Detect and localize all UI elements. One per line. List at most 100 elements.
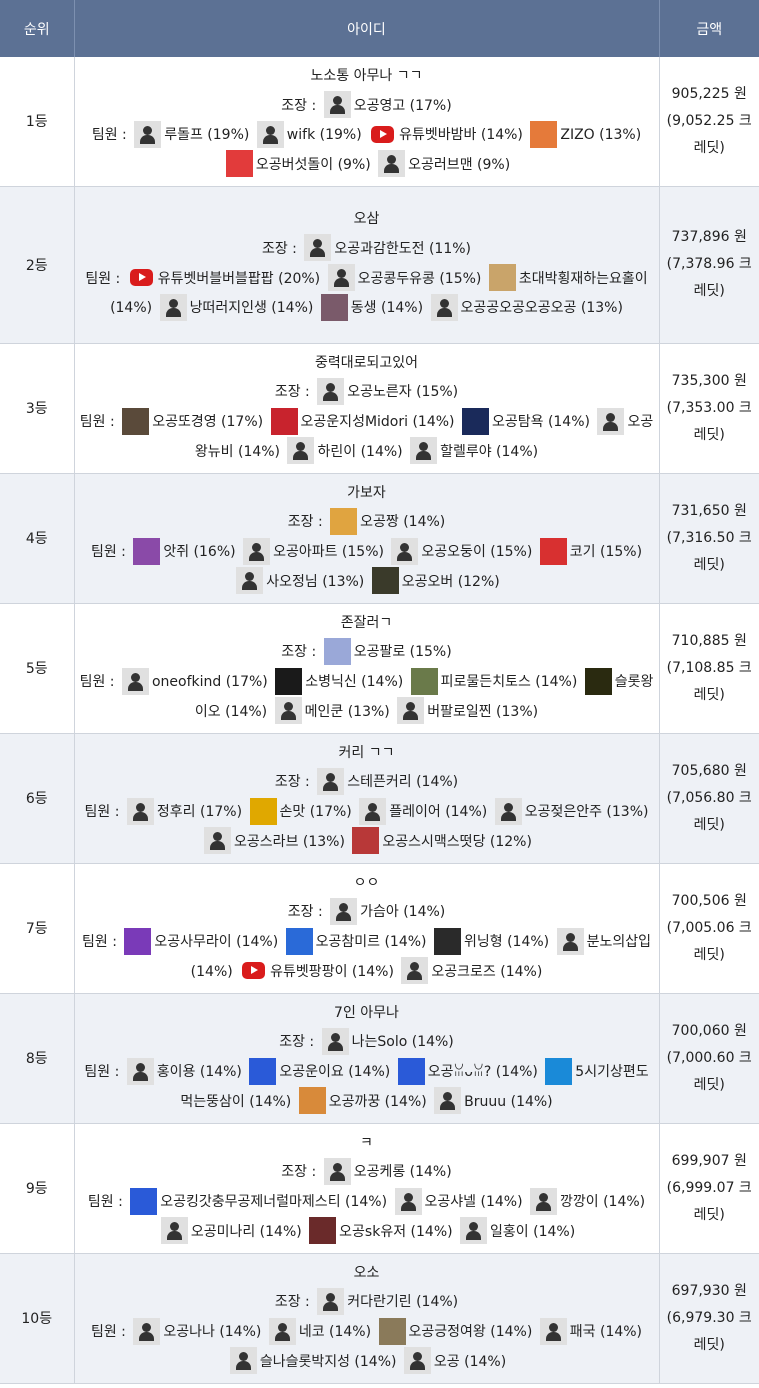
member-name[interactable]: 오공오버 (12%) [402,574,500,590]
user-avatar-image [461,407,489,435]
member-name[interactable]: 오공오둥이 (15%) [421,544,532,560]
table-row: 8등 7인 아무나 조장 : 나는Solo (14%) 팀원 : 홍이용 (14%) … [0,993,759,1124]
leader-line: 조장 : 오공영고 (17%) [79,91,655,122]
member-name[interactable]: 오공사무라이 (14%) [154,934,278,950]
members-block: 팀원 : 오공킹갓충무공제너럴마제스티 (14%) 오공샤넬 (14%) 깡깡이… [88,1187,645,1245]
member-name[interactable]: 오공킹갓충무공제너럴마제스티 (14%) [160,1194,387,1210]
leader-label: 조장 : [281,1164,317,1181]
leader-name[interactable]: 오공노른자 (15%) [347,384,458,400]
leader-label: 조장 : [274,384,310,401]
member-item: 오공또경영 (17%) [119,407,263,435]
member-name[interactable]: wifk (19%) [287,127,362,143]
members-label: 팀원 : [85,270,121,287]
members-label: 팀원 : [84,1064,120,1080]
member-name[interactable]: 할렐루야 (14%) [440,444,538,460]
member-name[interactable]: 오공크로즈 (14%) [431,964,542,980]
member-name[interactable]: 앗쥐 (16%) [163,544,235,560]
table-row: 4등 가보자 조장 : 오공짱 (14%) 팀원 : 앗쥐 (16%) 오공아파트 (… [0,473,759,604]
member-name[interactable]: 오공sk유저 (14%) [339,1224,452,1240]
member-name[interactable]: 오공탐욕 (14%) [492,414,590,430]
member-name[interactable]: 오공또경영 (17%) [152,414,263,430]
team-cell: ㅋ 조장 : 오공케롱 (14%) 팀원 : 오공킹갓충무공제너럴마제스티 (14%… [74,1123,660,1254]
member-name[interactable]: 오공스라브 (13%) [234,834,345,850]
leader-line: 조장 : 오공짱 (14%) [79,507,655,538]
member-name[interactable]: 위닝형 (14%) [464,934,549,950]
leader-name[interactable]: 오공과감한도전 (11%) [334,241,471,257]
member-name[interactable]: 오공버섯돌이 (9%) [256,157,371,173]
member-name[interactable]: 오공 (14%) [434,1354,506,1370]
member-name[interactable]: 깡깡이 (14%) [560,1194,645,1210]
leader-name[interactable]: 오공팔로 (15%) [354,644,452,660]
default-user-icon [317,1287,345,1315]
default-user-icon [236,567,264,595]
member-name[interactable]: 오공긍정여왕 (14%) [409,1324,533,1340]
youtube-avatar-icon [240,957,267,984]
member-name[interactable]: 메인쿤 (13%) [305,704,390,720]
member-name[interactable]: Bruuu (14%) [464,1094,552,1110]
member-name[interactable]: 오공까꿍 (14%) [329,1094,427,1110]
member-name[interactable]: 오공샤넬 (14%) [425,1194,523,1210]
member-name[interactable]: 하린이 (14%) [317,444,402,460]
leader-name[interactable]: 커다란기린 (14%) [347,1294,458,1310]
members-block: 팀원 : 홍이용 (14%) 오공운이요 (14%) 오공ꈍᴗꈍ? (14%) … [84,1057,649,1115]
member-name[interactable]: 플레이어 (14%) [389,804,487,820]
member-name[interactable]: 정후리 (17%) [157,804,242,820]
member-name[interactable]: 손맛 (17%) [280,804,352,820]
member-name[interactable]: 유튜벳팡팡이 (14%) [270,964,394,980]
member-name[interactable]: 오공러브맨 (9%) [408,157,510,173]
member-name[interactable]: 오공나나 (14%) [163,1324,261,1340]
user-avatar-image [539,537,567,565]
default-user-icon [126,1057,154,1085]
member-name[interactable]: 낭떠러지인생 (14%) [190,300,314,316]
member-name[interactable]: 오공참미르 (14%) [316,934,427,950]
member-item: 오공아파트 (15%) [240,537,384,565]
member-name[interactable]: 일홍이 (14%) [490,1224,575,1240]
table-row: 1등 노소통 아무나 ㄱㄱ 조장 : 오공영고 (17%) 팀원 : 루돌프 (19%… [0,57,759,187]
rank-cell: 2등 [0,186,75,344]
member-name[interactable]: ZIZO (13%) [560,127,641,143]
member-name[interactable]: 홍이용 (14%) [157,1064,242,1080]
leader-name[interactable]: 오공케롱 (14%) [354,1164,452,1180]
default-user-icon [287,437,315,465]
default-user-icon [304,234,332,262]
leader-name[interactable]: 오공짱 (14%) [360,514,445,530]
member-name[interactable]: 오공운이요 (14%) [279,1064,390,1080]
members-block: 팀원 : 오공나나 (14%) 네코 (14%) 오공긍정여왕 (14%) 패국… [91,1317,642,1375]
member-name[interactable]: 루돌프 (19%) [164,127,249,143]
member-name[interactable]: 슬나슬롯박지성 (14%) [260,1354,397,1370]
member-name[interactable]: 피로물든치토스 (14%) [441,674,578,690]
member-name[interactable]: 유튜벳버블버블팝팝 (20%) [158,271,320,287]
member-name[interactable]: 사오정님 (13%) [266,574,364,590]
member-name[interactable]: 오공스시맥스떳당 (12%) [382,834,532,850]
member-name[interactable]: 동생 (14%) [351,300,423,316]
leader-name[interactable]: 가슴아 (14%) [360,904,445,920]
default-user-icon [410,437,438,465]
member-name[interactable]: 오공콩두유콩 (15%) [358,271,482,287]
user-avatar-image [309,1217,337,1245]
leader-name[interactable]: 오공영고 (17%) [354,98,452,114]
member-name[interactable]: 오공미나리 (14%) [191,1224,302,1240]
amount-cell: 705,680 원 (7,056.80 크레딧) [659,733,759,864]
member-name[interactable]: 네코 (14%) [299,1324,371,1340]
default-user-icon [204,827,232,855]
member-name[interactable]: 오공ꈍᴗꈍ? (14%) [428,1064,538,1080]
default-user-icon [556,927,584,955]
member-name[interactable]: 오공운지성Midori (14%) [301,414,455,430]
member-name[interactable]: 버팔로일찐 (13%) [427,704,538,720]
member-name[interactable]: 유튜벳바밤바 (14%) [399,127,523,143]
member-name[interactable]: 오공아파트 (15%) [273,544,384,560]
member-item: 오공 (14%) [401,1347,506,1375]
amount-cell: 731,650 원 (7,316.50 크레딧) [659,473,759,604]
member-name[interactable]: 오공공오공오공오공 (13%) [461,300,623,316]
leader-name[interactable]: 스테픈커리 (14%) [347,774,458,790]
member-name[interactable]: oneofkind (17%) [152,674,268,690]
leader-name[interactable]: 나는Solo (14%) [352,1034,454,1050]
member-item: 오공긍정여왕 (14%) [376,1317,533,1345]
member-name[interactable]: 코기 (15%) [570,544,642,560]
leader-line: 조장 : 나는Solo (14%) [79,1027,655,1058]
default-user-icon [327,264,355,291]
member-name[interactable]: 소병닉신 (14%) [305,674,403,690]
member-name[interactable]: 패국 (14%) [570,1324,642,1340]
member-item: 오공러브맨 (9%) [375,150,510,178]
member-name[interactable]: 오공젖은안주 (13%) [525,804,649,820]
